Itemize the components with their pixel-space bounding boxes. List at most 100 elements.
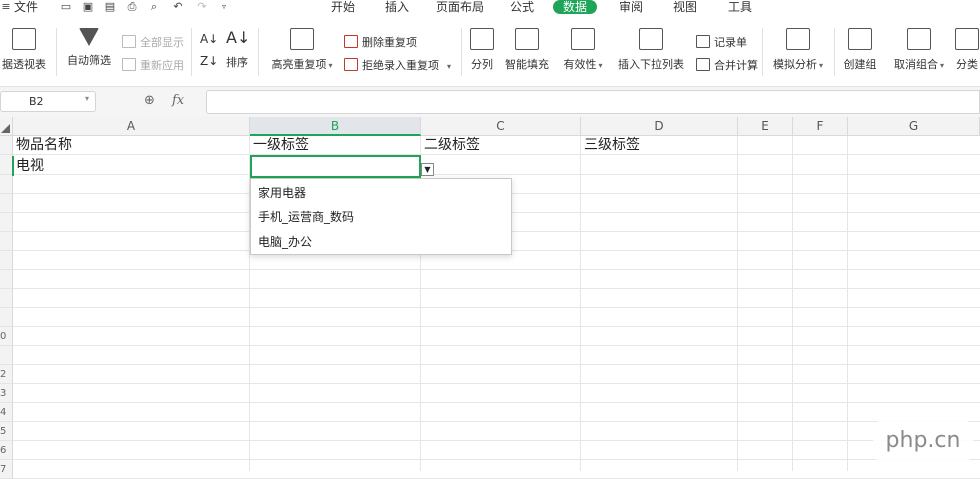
column-header-c[interactable]: C: [421, 117, 581, 136]
row-gridline: [13, 383, 980, 384]
ungroup-button[interactable]: 取消组合 ▾: [890, 28, 948, 72]
row-header[interactable]: [0, 289, 13, 308]
menu-icon[interactable]: ≡: [0, 1, 12, 13]
what-if-analysis-button[interactable]: 模拟分析 ▾: [770, 28, 826, 72]
cell-c1[interactable]: 二级标签: [424, 136, 480, 155]
tab-start[interactable]: 开始: [331, 0, 355, 14]
export-pdf-icon[interactable]: ▤: [104, 1, 116, 13]
reapply-button[interactable]: 重新应用: [122, 57, 184, 73]
show-all-button[interactable]: 全部显示: [122, 34, 184, 50]
cell-a1[interactable]: 物品名称: [16, 136, 72, 155]
row-header[interactable]: 5: [0, 422, 13, 441]
row-header[interactable]: [0, 232, 13, 251]
row-header[interactable]: [0, 194, 13, 213]
row-gridline: [13, 288, 980, 289]
menu-bar: ≡ 文件 ▭ ▣ ▤ ⎙ ⌕ ↶ ↷ ▿ 开始 插入 页面布局 公式 数据 审阅…: [0, 0, 980, 16]
print-icon[interactable]: ⎙: [126, 1, 138, 13]
row-header[interactable]: [0, 346, 13, 365]
reject-duplicates-icon: [344, 58, 358, 71]
ungroup-icon: [907, 28, 931, 50]
fx-icon[interactable]: fx: [172, 93, 184, 108]
row-header[interactable]: 4: [0, 403, 13, 422]
smart-fill-button[interactable]: 智能填充: [504, 28, 550, 72]
record-form-button[interactable]: 记录单: [696, 34, 747, 50]
insert-dropdown-list-button[interactable]: 插入下拉列表: [618, 28, 684, 72]
print-preview-icon[interactable]: ⌕: [148, 1, 160, 13]
active-cell-b2[interactable]: [250, 155, 421, 178]
cell-d1[interactable]: 三级标签: [584, 136, 640, 155]
reapply-icon: [122, 58, 136, 71]
undo-icon[interactable]: ↶: [172, 1, 184, 13]
validity-label: 有效性: [563, 58, 597, 71]
what-if-analysis-label: 模拟分析: [772, 58, 817, 71]
name-box[interactable]: B2 ▾: [0, 91, 96, 112]
autofilter-button[interactable]: 自动筛选: [66, 28, 112, 68]
row-header[interactable]: [0, 251, 13, 270]
subtotal-button[interactable]: 分类: [954, 28, 980, 72]
row-header[interactable]: 2: [0, 365, 13, 384]
tab-data[interactable]: 数据: [553, 0, 598, 14]
dropdown-option[interactable]: 家用电器: [258, 185, 306, 201]
tab-formula[interactable]: 公式: [510, 0, 534, 14]
redo-icon[interactable]: ↷: [196, 1, 208, 13]
column-header-b[interactable]: B: [250, 117, 421, 136]
row-gridline: [13, 174, 980, 175]
what-if-analysis-icon: [786, 28, 810, 50]
sort-ascending-button[interactable]: A↓: [200, 32, 218, 46]
consolidate-button[interactable]: 合并计算: [696, 57, 758, 73]
open-folder-icon[interactable]: ▭: [60, 1, 72, 13]
show-all-icon: [122, 35, 136, 48]
tab-page-layout[interactable]: 页面布局: [436, 0, 484, 14]
validity-button[interactable]: 有效性 ▾: [560, 28, 606, 72]
highlight-duplicates-button[interactable]: 高亮重复项 ▾: [266, 28, 338, 72]
column-header-d[interactable]: D: [581, 117, 738, 136]
row-gridline: [13, 459, 980, 460]
cell-b1[interactable]: 一级标签: [253, 136, 309, 155]
ungroup-label: 取消组合: [893, 58, 938, 71]
row-header[interactable]: 0: [0, 327, 13, 346]
row-header[interactable]: [0, 270, 13, 289]
sort-button[interactable]: A↓ 排序: [222, 28, 252, 70]
dropdown-option[interactable]: 手机_运营商_数码: [258, 209, 354, 225]
name-box-chevron-icon[interactable]: ▾: [85, 94, 89, 103]
column-header-g[interactable]: G: [848, 117, 980, 136]
save-icon[interactable]: ▣: [82, 1, 94, 13]
column-gridline: [792, 136, 793, 471]
file-menu[interactable]: 文件: [14, 0, 38, 14]
ribbon-divider: [258, 28, 259, 76]
column-header-a[interactable]: A: [13, 117, 250, 136]
tab-insert[interactable]: 插入: [385, 0, 409, 14]
highlight-duplicates-label: 高亮重复项: [271, 58, 327, 71]
row-header[interactable]: [0, 213, 13, 232]
remove-duplicates-button[interactable]: 删除重复项: [344, 34, 417, 50]
row-header[interactable]: [0, 136, 13, 155]
select-all-corner[interactable]: [0, 117, 13, 136]
row-header[interactable]: 3: [0, 384, 13, 403]
customize-chevron-icon[interactable]: ▿: [218, 1, 230, 13]
ribbon-divider: [56, 28, 57, 76]
column-header-e[interactable]: E: [738, 117, 793, 136]
column-header-f[interactable]: F: [793, 117, 848, 136]
sort-descending-button[interactable]: Z↓: [200, 54, 218, 68]
tab-tools[interactable]: 工具: [728, 0, 752, 14]
formula-input[interactable]: [206, 90, 980, 114]
column-gridline: [737, 136, 738, 471]
tab-review[interactable]: 审阅: [619, 0, 643, 14]
row-header[interactable]: 6: [0, 441, 13, 460]
dropdown-arrow-icon[interactable]: ▼: [421, 163, 434, 176]
tab-view[interactable]: 视图: [673, 0, 697, 14]
column-gridline: [847, 136, 848, 471]
row-header[interactable]: 7: [0, 460, 13, 479]
ribbon-divider: [191, 28, 192, 76]
create-group-icon: [848, 28, 872, 50]
cell-a2[interactable]: 电视: [16, 157, 44, 176]
row-header[interactable]: [0, 308, 13, 327]
create-group-button[interactable]: 创建组: [842, 28, 878, 72]
zoom-search-icon[interactable]: ⊕: [144, 93, 155, 108]
reject-duplicates-label: 拒绝录入重复项: [362, 59, 439, 72]
split-column-button[interactable]: 分列: [468, 28, 496, 72]
row-header[interactable]: [0, 175, 13, 194]
pivot-table-button[interactable]: 据透视表: [0, 28, 48, 72]
dropdown-option[interactable]: 电脑_办公: [258, 234, 312, 250]
reject-duplicates-button[interactable]: 拒绝录入重复项 ▾: [344, 57, 451, 73]
